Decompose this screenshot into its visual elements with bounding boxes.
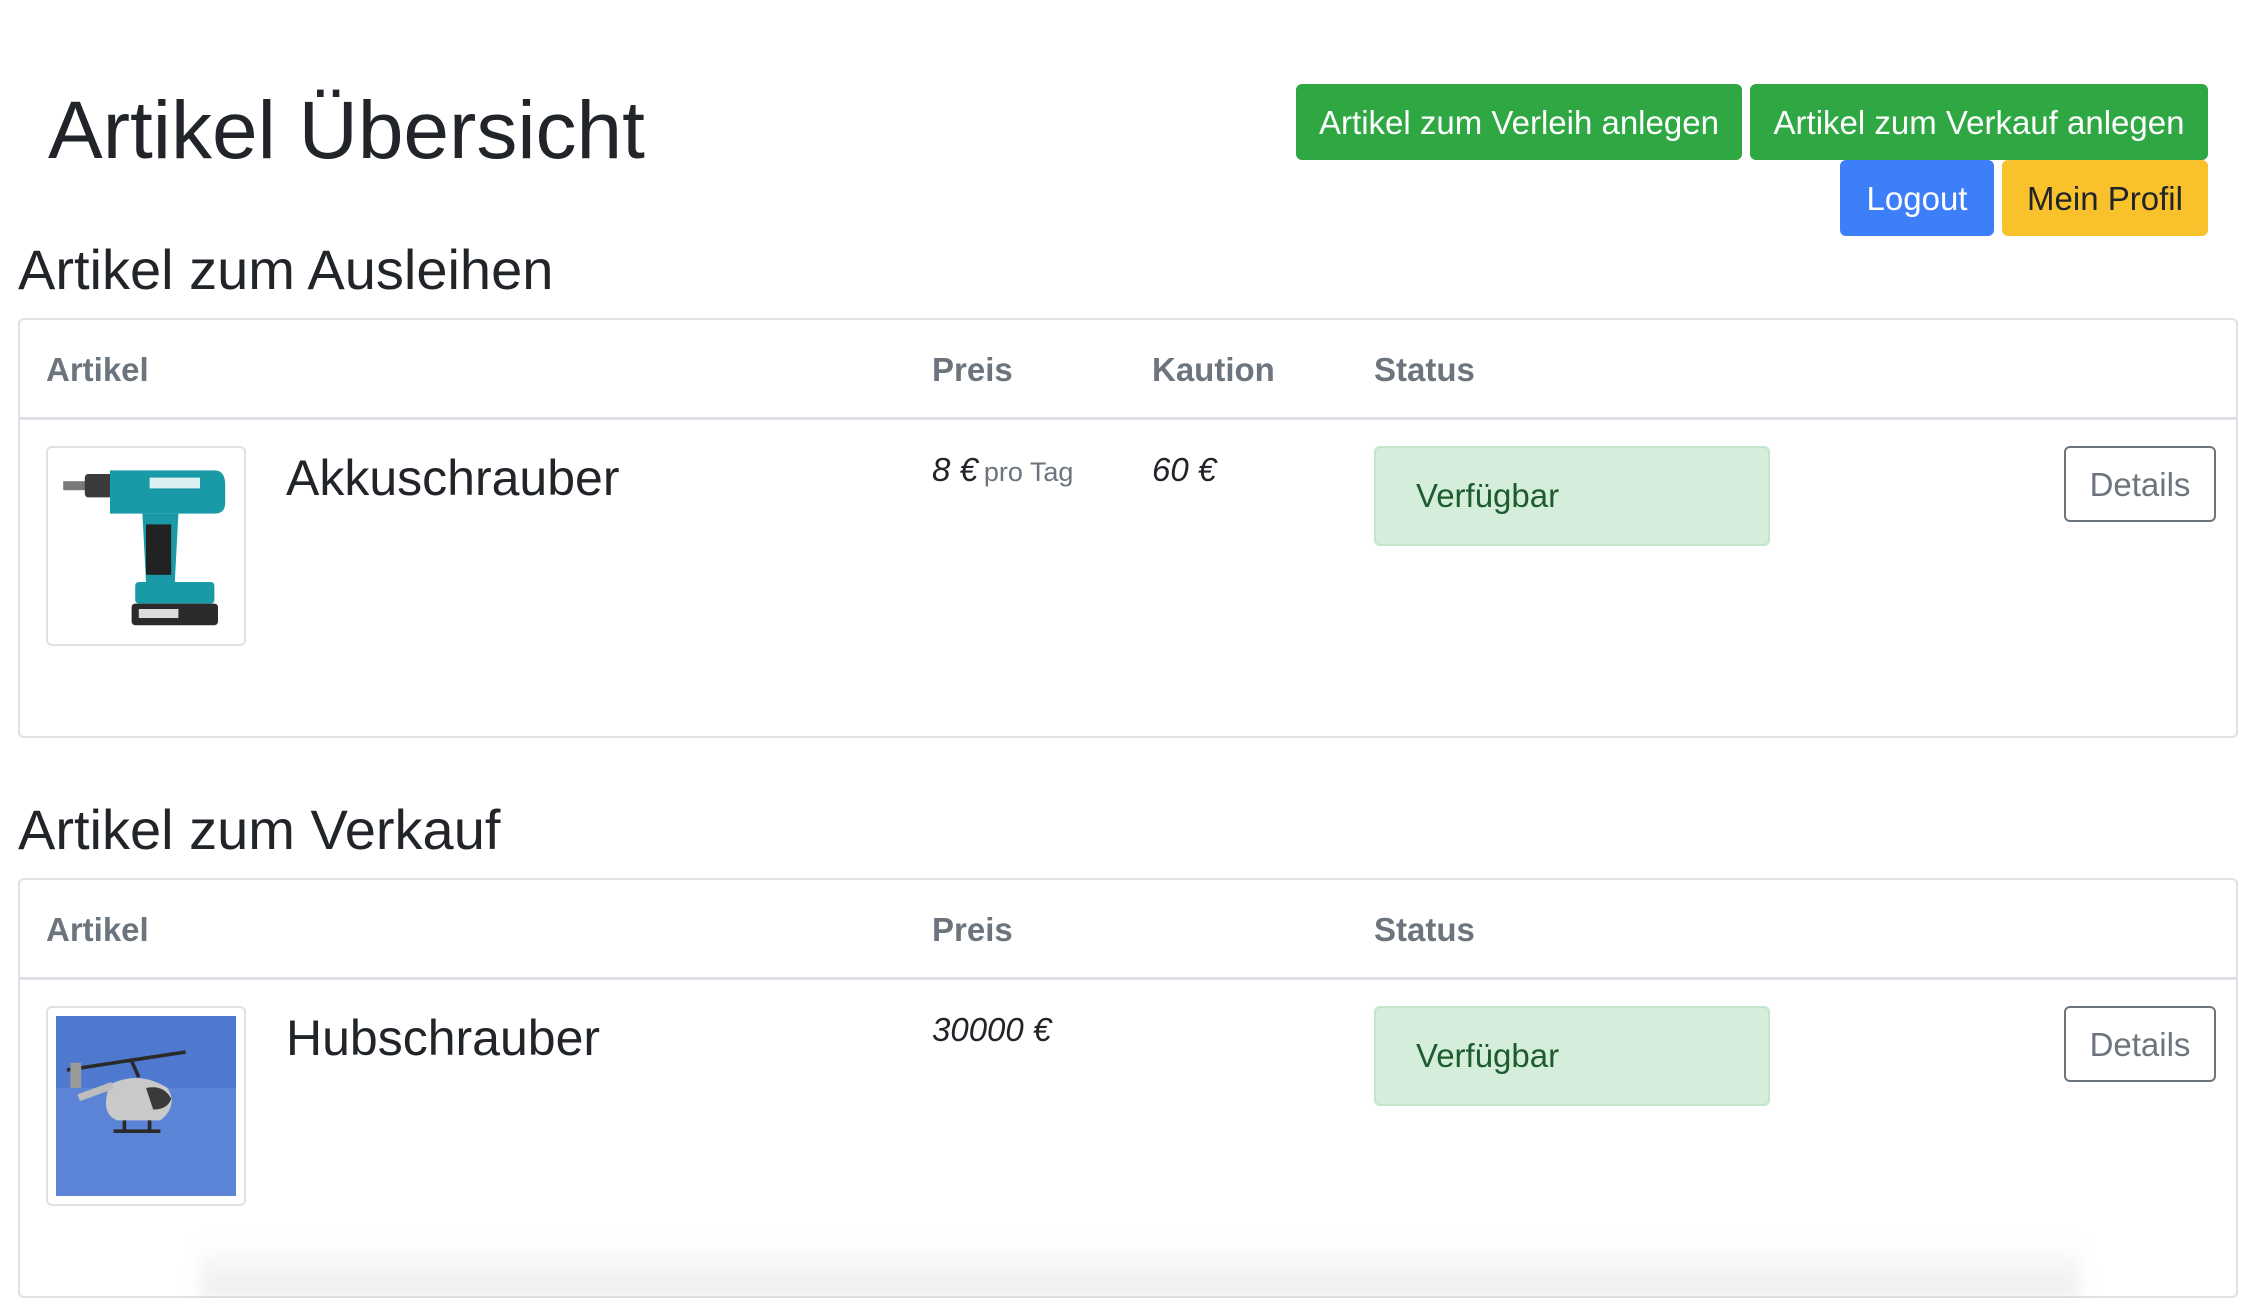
create-rental-item-button[interactable]: Artikel zum Verleih anlegen xyxy=(1296,84,1742,160)
column-header-status: Status xyxy=(1374,351,1475,388)
column-header-deposit: Kaution xyxy=(1152,351,1275,388)
cordless-drill-image xyxy=(46,446,246,646)
column-header-item: Artikel xyxy=(46,351,149,388)
cordless-drill-icon xyxy=(56,456,236,636)
table-header: Artikel Preis Kaution Status xyxy=(20,320,2236,420)
status-badge: Verfügbar xyxy=(1374,1006,1770,1106)
column-header-price: Preis xyxy=(932,911,1013,948)
create-sale-item-button[interactable]: Artikel zum Verkauf anlegen xyxy=(1750,84,2208,160)
my-profile-button[interactable]: Mein Profil xyxy=(2002,160,2208,236)
price-unit: pro Tag xyxy=(983,457,1074,487)
item-price: 8 € pro Tag xyxy=(932,450,1073,490)
table-header: Artikel Preis Status xyxy=(20,880,2236,980)
item-name: Hubschrauber xyxy=(286,1010,601,1066)
logout-button[interactable]: Logout xyxy=(1840,160,1994,236)
details-button[interactable]: Details xyxy=(2064,446,2216,522)
page-title: Artikel Übersicht xyxy=(48,85,645,176)
column-header-item: Artikel xyxy=(46,911,149,948)
item-deposit: 60 € xyxy=(1152,451,1217,488)
status-badge: Verfügbar xyxy=(1374,446,1770,546)
column-header-price: Preis xyxy=(932,351,1013,388)
sale-items-table: Artikel Preis Status Hubschrauber 30000 … xyxy=(18,878,2238,1298)
details-button[interactable]: Details xyxy=(2064,1006,2216,1082)
sale-section-title: Artikel zum Verkauf xyxy=(18,798,501,861)
item-name: Akkuschrauber xyxy=(286,450,620,506)
helicopter-icon xyxy=(56,1016,236,1196)
helicopter-image xyxy=(46,1006,246,1206)
article-overview-page: Artikel Übersicht Artikel zum Verleih an… xyxy=(0,0,2256,1298)
price-value: 8 € xyxy=(932,451,978,488)
column-header-status: Status xyxy=(1374,911,1475,948)
item-price: 30000 € xyxy=(932,1011,1052,1048)
rental-section-title: Artikel zum Ausleihen xyxy=(18,238,554,301)
rental-items-table: Artikel Preis Kaution Status Akkuschraub… xyxy=(18,318,2238,738)
